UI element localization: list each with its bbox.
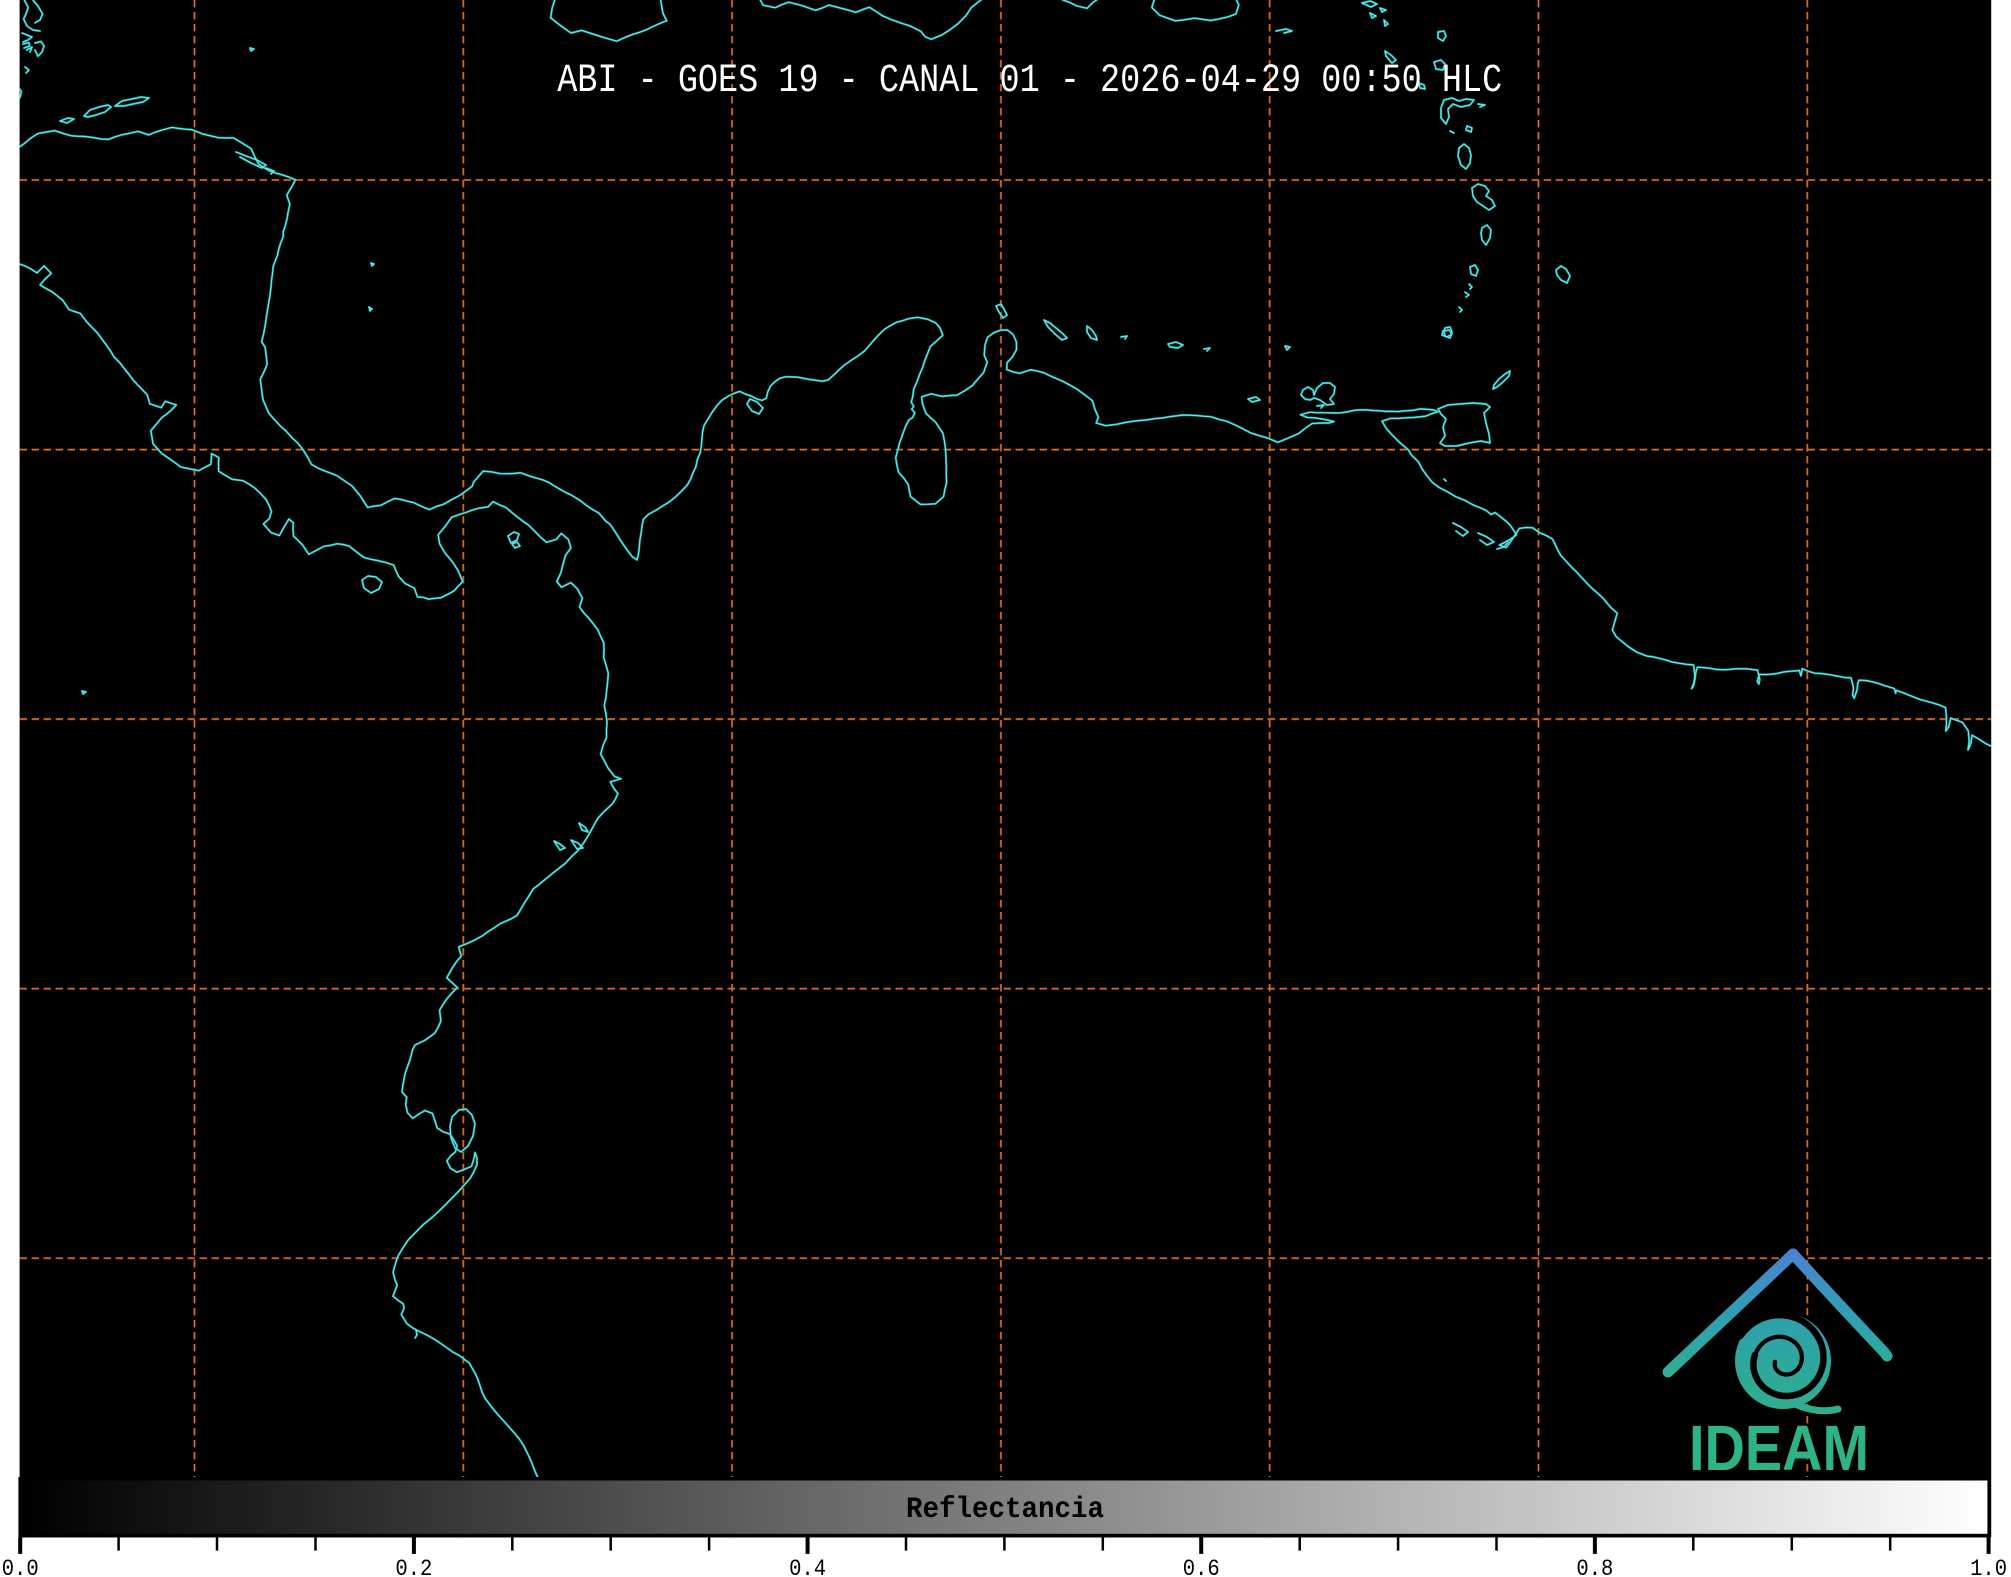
svg-text:0.0: 0.0 xyxy=(2,1556,39,1577)
svg-text:ABI - GOES 19 - CANAL 01 - 202: ABI - GOES 19 - CANAL 01 - 2026-04-29 00… xyxy=(557,59,1502,104)
svg-text:1.0: 1.0 xyxy=(1970,1556,2007,1577)
svg-text:0.6: 0.6 xyxy=(1183,1556,1220,1577)
svg-text:0.8: 0.8 xyxy=(1576,1556,1613,1577)
svg-text:0.4: 0.4 xyxy=(789,1556,826,1577)
svg-text:Reflectancia: Reflectancia xyxy=(906,1493,1104,1527)
svg-text:IDEAM: IDEAM xyxy=(1689,1412,1869,1484)
svg-text:0.2: 0.2 xyxy=(395,1556,432,1577)
